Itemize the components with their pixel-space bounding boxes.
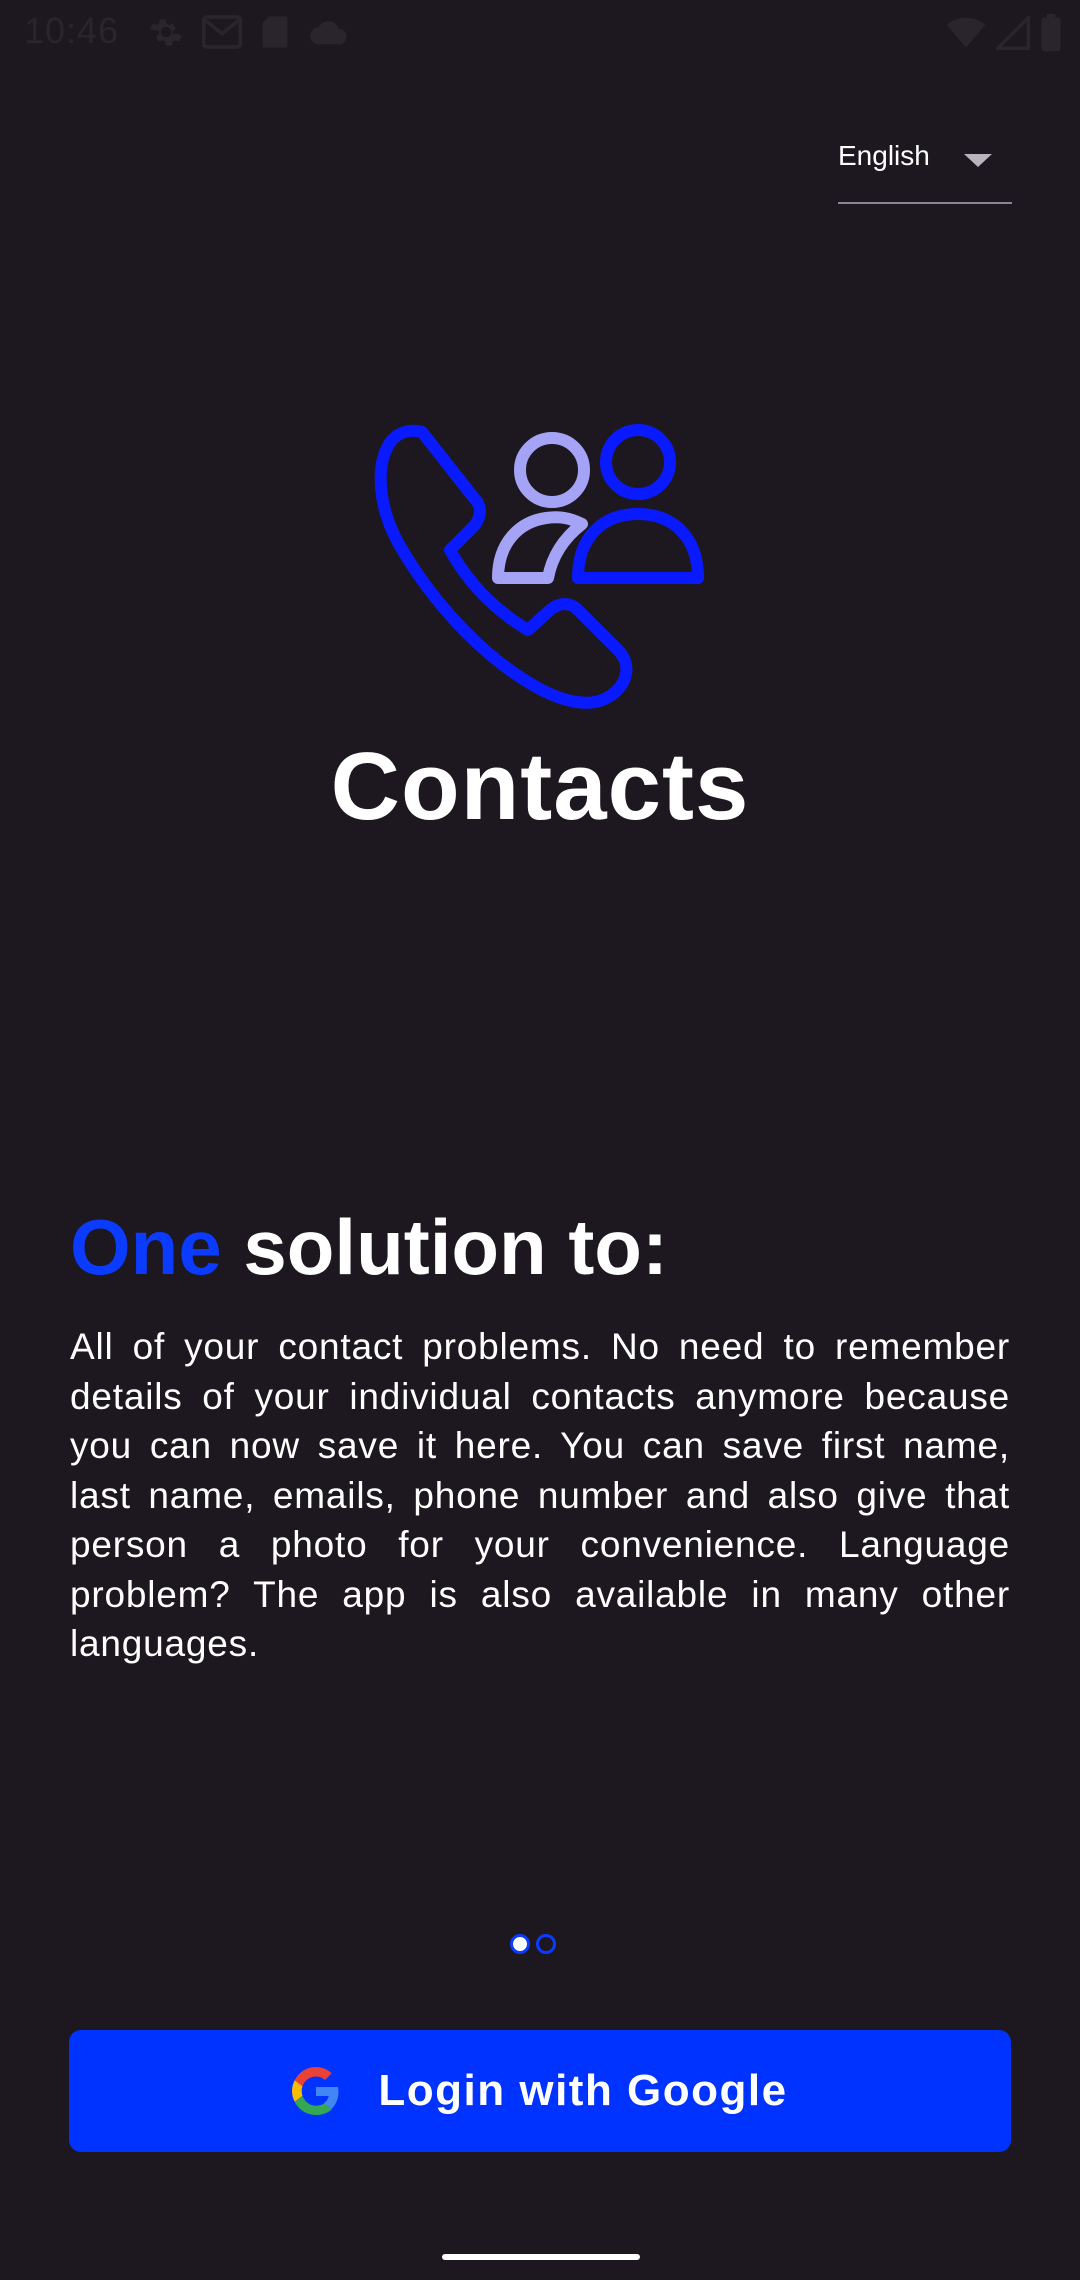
status-bar: 10:46 <box>0 0 1080 64</box>
status-notification-icons <box>148 14 348 50</box>
person-front-head <box>600 424 676 500</box>
login-button-label: Login with Google <box>378 2066 788 2115</box>
page-indicator <box>510 1934 556 1954</box>
headline-rest: solution to: <box>221 1203 668 1291</box>
language-selected-label: English <box>838 140 930 171</box>
google-icon <box>292 2067 339 2115</box>
dropdown-arrow-icon <box>964 154 992 167</box>
person-front-body <box>572 508 704 584</box>
status-time: 10:46 <box>24 10 120 51</box>
language-dropdown[interactable]: English <box>838 132 1012 204</box>
battery-icon <box>1041 14 1061 52</box>
person-back-head <box>514 432 590 508</box>
status-system-icons <box>946 14 1062 52</box>
app-title: Contacts <box>330 733 750 840</box>
settings-icon <box>149 19 182 46</box>
cloud-icon <box>310 21 347 45</box>
contacts-phone-people-icon <box>374 424 704 709</box>
onboarding-description: All of your contact problems. No need to… <box>70 1326 1010 1664</box>
page-dot-active[interactable] <box>510 1934 530 1954</box>
home-gesture-bar[interactable] <box>442 2254 640 2260</box>
wifi-icon <box>946 17 986 48</box>
sd-card-icon <box>262 16 288 48</box>
person-back-body <box>492 511 588 584</box>
gmail-icon <box>202 15 242 49</box>
cell-signal-icon <box>996 16 1030 50</box>
headline-accent: One <box>70 1203 222 1291</box>
page-dot[interactable] <box>536 1934 556 1954</box>
login-with-google-button[interactable]: Login with Google <box>69 2030 1011 2152</box>
onboarding-headline: One solution to: <box>70 1202 668 1293</box>
